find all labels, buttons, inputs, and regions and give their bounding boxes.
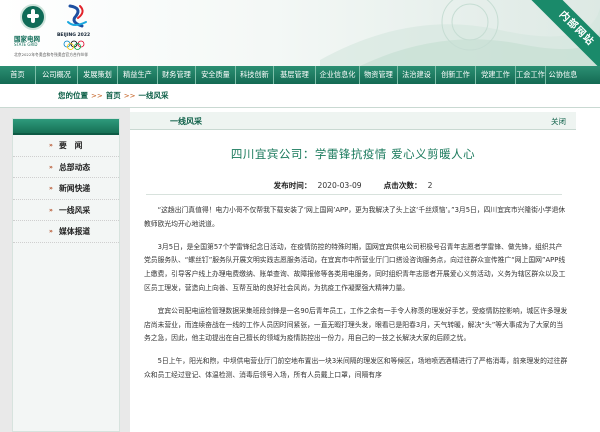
nav-item-law[interactable]: 法治建设 <box>398 66 436 84</box>
breadcrumb-home[interactable]: 首页 <box>106 90 121 101</box>
nav-item-planning[interactable]: 发展策划 <box>78 66 118 84</box>
nav-item-company[interactable]: 公司概况 <box>36 66 78 84</box>
nav-item-production[interactable]: 精益生产 <box>118 66 158 84</box>
article-paragraph: “这趟出门真值得！电力小哥不仅帮我下载安装了‘网上国网’APP，更为我解决了头上… <box>144 206 566 228</box>
nav-item-union[interactable]: 工会工作 <box>516 66 546 84</box>
close-link[interactable]: 关闭 <box>551 116 566 127</box>
olympic-rings-icon <box>63 40 85 50</box>
sidebar-item-label: 新闻快递 <box>59 184 91 193</box>
publish-date-value: 2020-03-09 <box>317 181 362 190</box>
sidebar-item-label: 媒体报道 <box>59 227 91 236</box>
nav-item-party[interactable]: 党建工作 <box>476 66 516 84</box>
sidebar-item-frontline[interactable]: » 一线风采 <box>13 200 119 221</box>
beijing-2022-emblem-icon <box>67 4 87 28</box>
nav-item-finance[interactable]: 财务管理 <box>158 66 196 84</box>
olympic-wordmark: BEIJING 2022 <box>57 33 91 38</box>
logo-en-text: STATE GRID <box>14 42 38 47</box>
double-arrow-icon: » <box>49 163 53 171</box>
state-grid-logo-icon <box>20 4 46 30</box>
nav-item-tech[interactable]: 科技创新 <box>236 66 274 84</box>
click-count-value: 2 <box>427 181 433 190</box>
sidebar-header <box>13 119 119 135</box>
nav-item-informatization[interactable]: 企业信息化 <box>316 66 360 84</box>
content-tab-bar: 一线风采 关闭 <box>130 112 576 130</box>
article-paragraph: 3月5日，是全国第57个学雷锋纪念日活动，在疫情防控的特殊时期，国网宜宾供电公司… <box>144 242 566 292</box>
sidebar-item-label: 一线风采 <box>59 205 91 215</box>
article-paragraph: 宜宾公司配电运检管理数据采集班段剑锋是一名90后青年员工，工作之余有一手令人称羡… <box>144 306 568 343</box>
article-paragraph: 5日上午，阳光和煦，中坝供电营业厅门前空地布置出一块3米间隔的理发区和等候区，场… <box>144 357 568 379</box>
double-arrow-icon: » <box>49 206 53 214</box>
article-body: “这趟出门真值得！电力小哥不仅帮我下载安装了‘网上国网’APP，更为我解决了头上… <box>144 204 568 392</box>
sidebar-item-headlines[interactable]: » 要 闻 <box>13 135 119 157</box>
sidebar-item-news-express[interactable]: » 新闻快递 <box>13 178 119 200</box>
main-nav: 首页 公司概况 发展策划 精益生产 财务管理 安全质量 科技创新 基层管理 企业… <box>0 66 600 84</box>
publish-date-label: 发布时间： <box>273 181 312 190</box>
nav-item-home[interactable]: 首页 <box>0 66 36 84</box>
article-meta: 发布时间： 2020-03-09 点击次数： 2 <box>130 180 576 191</box>
nav-item-innovation[interactable]: 创新工作 <box>436 66 476 84</box>
double-arrow-icon: » <box>49 142 53 149</box>
article-panel: 一线风采 关闭 四川宜宾公司：学雷锋抗疫情 爱心义剪暖人心 发布时间： 2020-… <box>130 108 600 432</box>
nav-item-grassroots[interactable]: 基层管理 <box>274 66 316 84</box>
breadcrumb-separator-icon: >> <box>91 91 103 100</box>
corner-ribbon: 内部网站 <box>528 0 600 66</box>
breadcrumb-current[interactable]: 一线风采 <box>138 90 168 101</box>
corner-ribbon-label: 内部网站 <box>528 0 600 66</box>
sidebar: » 要 闻 » 总部动态 » 新闻快递 » 一线风采 » 媒体报道 <box>12 118 120 432</box>
sidebar-item-label: 要 闻 <box>59 141 83 150</box>
nav-item-safety[interactable]: 安全质量 <box>196 66 236 84</box>
meta-divider <box>146 194 562 195</box>
breadcrumb-label: 您的位置 <box>58 91 88 100</box>
sidebar-item-media[interactable]: » 媒体报道 <box>13 221 119 243</box>
nav-item-materials[interactable]: 物资管理 <box>360 66 398 84</box>
sponsor-text: 北京2022年冬奥会和冬残奥会官方合作伙伴 <box>14 52 89 57</box>
click-count-label: 点击次数： <box>383 181 422 190</box>
breadcrumb: 您的位置 >> 首页 >> 一线风采 <box>0 84 600 108</box>
sidebar-item-label: 总部动态 <box>59 162 91 172</box>
double-arrow-icon: » <box>49 228 53 235</box>
double-arrow-icon: » <box>49 185 53 192</box>
site-header: 国家电网 STATE GRID BEIJING 2022 北京2022年冬奥会和… <box>0 0 600 66</box>
section-title: 一线风采 <box>170 117 202 126</box>
nav-item-info[interactable]: 公协信息 <box>546 66 580 84</box>
breadcrumb-separator-icon: >> <box>123 91 136 100</box>
sidebar-item-hq-news[interactable]: » 总部动态 <box>13 157 119 178</box>
article-title: 四川宜宾公司：学雷锋抗疫情 爱心义剪暖人心 <box>230 147 476 161</box>
